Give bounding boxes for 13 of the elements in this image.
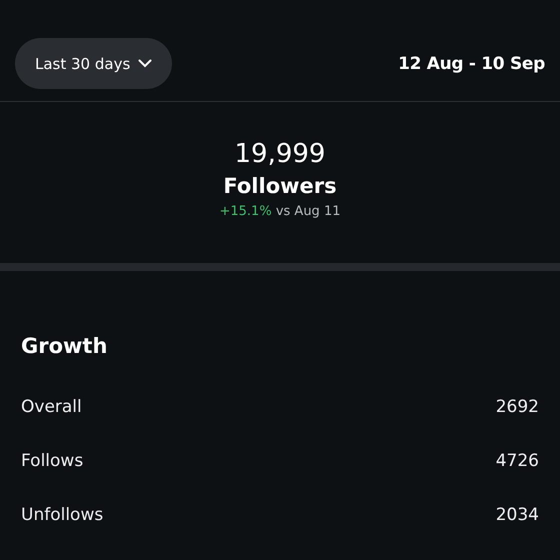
- date-range-dropdown[interactable]: Last 30 days: [15, 38, 172, 89]
- followers-label: Followers: [223, 174, 337, 198]
- metric-value: 2034: [496, 505, 539, 527]
- metric-value: 4726: [496, 451, 539, 473]
- change-text: +15.1% vs Aug 11: [219, 204, 340, 219]
- section-title: Growth: [21, 334, 108, 358]
- follower-count: 19,999: [234, 138, 326, 170]
- metric-label: Overall: [21, 397, 82, 419]
- date-range: 12 Aug - 10 Sep: [398, 54, 545, 74]
- metric-label: Follows: [21, 451, 84, 473]
- chevron-down-icon: [138, 59, 152, 68]
- metric-value: 2692: [496, 397, 539, 419]
- metric-label: Unfollows: [21, 505, 104, 527]
